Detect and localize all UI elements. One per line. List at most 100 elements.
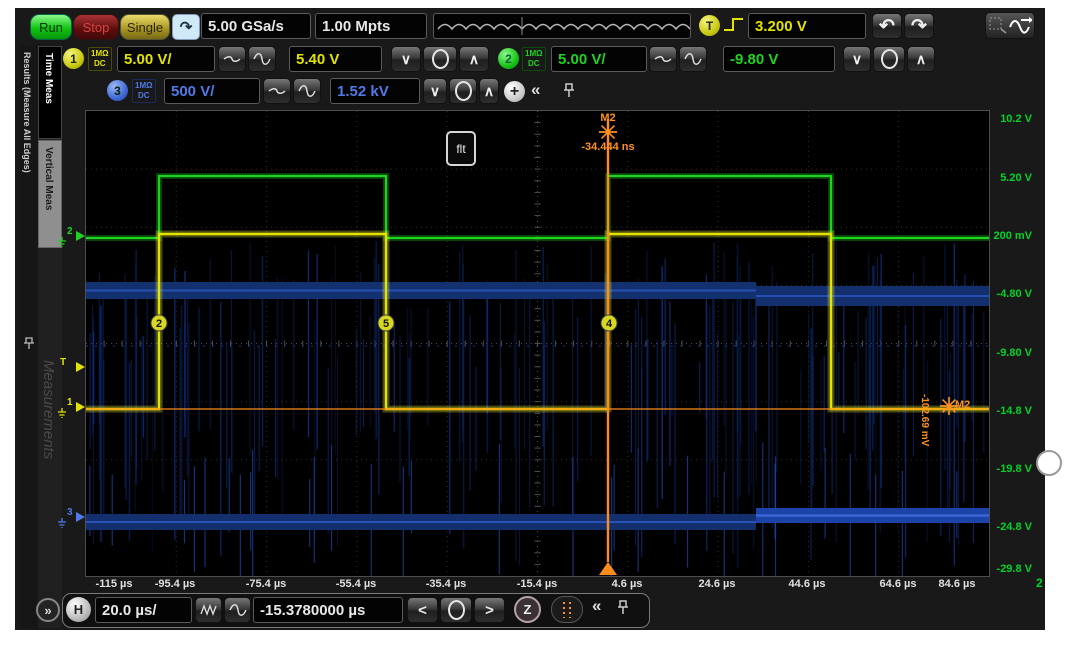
delay-right-button[interactable]: > — [474, 597, 505, 623]
collapse-horizontal-bar-button[interactable]: « — [592, 596, 601, 616]
channel-3-scale-display[interactable]: 500 V/ — [164, 78, 260, 104]
svg-text:2: 2 — [156, 318, 162, 330]
trigger-badge[interactable]: T — [699, 15, 720, 36]
channel-2-scale-coarse-button[interactable] — [679, 46, 707, 72]
channel-2-offset-display[interactable]: -9.80 V — [723, 46, 835, 72]
channel-3-offset-down-button[interactable]: ∨ — [423, 78, 447, 104]
channel-1-offset-up-button[interactable]: ∧ — [459, 46, 489, 72]
add-channel-button[interactable]: + — [504, 81, 525, 102]
time-axis-label: -75.4 µs — [246, 578, 287, 590]
channel-3-scale-fine-button[interactable] — [263, 78, 291, 104]
voltage-axis-label: -29.8 V — [997, 563, 1032, 575]
horizontal-badge[interactable]: H — [66, 597, 91, 622]
time-axis-label: 24.6 µs — [699, 578, 736, 590]
channel-3-scale-coarse-button[interactable] — [293, 78, 321, 104]
delay-left-button[interactable]: < — [407, 597, 438, 623]
stop-button[interactable]: Stop — [73, 14, 119, 40]
undo-button[interactable]: ↶ — [872, 13, 902, 39]
channel-1-scale-coarse-button[interactable] — [248, 46, 276, 72]
redo-button[interactable]: ↷ — [904, 13, 934, 39]
marker-m2-right-label[interactable]: M2 — [955, 399, 970, 411]
edge-number-badge[interactable]: 5 — [378, 315, 394, 331]
trigger-level-marker[interactable]: T — [58, 359, 85, 379]
channel-1-offset-zero-button[interactable] — [423, 46, 457, 72]
trigger-level-display[interactable]: 3.200 V — [748, 13, 866, 39]
delay-zero-button[interactable] — [440, 597, 472, 623]
marker-arrow-icon — [76, 362, 85, 372]
edge-number-badge[interactable]: 4 — [601, 315, 617, 331]
zero-oval-icon — [881, 49, 898, 69]
run-button[interactable]: Run — [30, 14, 72, 40]
time-axis-label: -55.4 µs — [336, 578, 377, 590]
timebase-zoom-out-button[interactable] — [195, 597, 222, 623]
channel-2-offset-down-button[interactable]: ∨ — [843, 46, 871, 72]
double-chevron-left-icon: « — [531, 80, 540, 99]
results-panel-tab[interactable]: Results (Measure All Edges) — [20, 46, 39, 628]
voltage-axis-label: -4.80 V — [997, 288, 1032, 300]
expand-results-button[interactable]: » — [36, 598, 60, 622]
time-axis-label: 64.6 µs — [880, 578, 917, 590]
channel-2-scale-display[interactable]: 5.00 V/ — [551, 46, 647, 72]
waveform-canvas: 2 5 4 — [86, 111, 989, 576]
double-chevron-right-icon: » — [44, 603, 51, 618]
zoom-mode-button[interactable]: Z — [514, 596, 541, 623]
channel-2-reference-marker[interactable]: 2 — [58, 228, 85, 248]
undo-icon: ↶ — [879, 15, 895, 38]
collapse-channel-bar-button[interactable]: « — [531, 80, 540, 100]
pin-icon — [616, 599, 630, 616]
chevron-down-icon: ∨ — [401, 51, 411, 68]
cursors-button[interactable] — [551, 596, 583, 623]
flt-drag-badge[interactable]: flt — [446, 131, 476, 166]
channel-3-coupling-badge[interactable]: 1MΩ DC — [132, 79, 156, 103]
channel-1-offset-down-button[interactable]: ∨ — [391, 46, 421, 72]
channel-3-reference-marker[interactable]: 3 — [58, 509, 85, 529]
channel-1-badge[interactable]: 1 — [63, 48, 84, 69]
channel-3-offset-zero-button[interactable] — [449, 78, 477, 104]
channel-2-offset-up-button[interactable]: ∧ — [907, 46, 935, 72]
marker-arrow-icon — [76, 402, 85, 412]
acquire-mode-button[interactable]: ↷ — [172, 14, 200, 40]
timebase-scale-display[interactable]: 20.0 µs/ — [95, 597, 192, 623]
channel-2-coupling-badge[interactable]: 1MΩ DC — [522, 47, 546, 71]
channel-2-badge[interactable]: 2 — [498, 48, 519, 69]
sample-rate-display: 5.00 GSa/s — [201, 13, 311, 39]
waveform-preview-strip[interactable] — [433, 13, 691, 39]
pin-channel-bar-button[interactable] — [562, 82, 576, 104]
voltage-axis-channel-indicator: 2 — [1036, 576, 1043, 590]
channel-3-offset-display[interactable]: 1.52 kV — [330, 78, 420, 104]
time-axis-label: 84.6 µs — [939, 578, 976, 590]
channel-2-scale-fine-button[interactable] — [649, 46, 677, 72]
channel-1-coupling-badge[interactable]: 1MΩ DC — [88, 47, 112, 71]
edge-number-badge[interactable]: 2 — [151, 315, 167, 331]
timebase-zoom-in-button[interactable] — [224, 597, 251, 623]
chevron-down-icon: ∨ — [852, 51, 862, 68]
time-axis-label: -35.4 µs — [426, 578, 467, 590]
single-button[interactable]: Single — [120, 14, 170, 40]
channel-1-scale-display[interactable]: 5.00 V/ — [117, 46, 215, 72]
small-wave-icon — [654, 54, 672, 64]
channel-1-reference-marker[interactable]: 1 — [58, 399, 85, 419]
waveform-display[interactable]: 2 5 4 flt M2 -34.444 ns M2 -102.69 mV — [85, 110, 990, 577]
channel-3-badge[interactable]: 3 — [107, 80, 128, 101]
pin-horizontal-bar-button[interactable] — [616, 599, 630, 621]
marker-m2-top-label[interactable]: M2 — [600, 112, 615, 124]
chevron-left-icon: < — [418, 602, 427, 619]
svg-text:4: 4 — [606, 318, 613, 330]
channel-1-offset-display[interactable]: 5.40 V — [289, 46, 382, 72]
voltage-axis: 10.2 V5.20 V200 mV-4.80 V-9.80 V-14.8 V-… — [992, 110, 1042, 575]
marker-m2-right-value: -102.69 mV — [919, 394, 930, 446]
channel-3-offset-up-button[interactable]: ∧ — [479, 78, 499, 104]
waveform-preview-icon — [434, 14, 690, 38]
small-wave-icon — [268, 86, 286, 96]
time-axis-label: -115 µs — [96, 578, 133, 590]
channel-1-scale-fine-button[interactable] — [218, 46, 246, 72]
pin-icon — [23, 336, 35, 350]
results-panel-label: Results (Measure All Edges) — [22, 52, 32, 173]
touch-drag-mode-button[interactable] — [985, 12, 1035, 39]
time-axis-label: 44.6 µs — [789, 578, 826, 590]
memory-depth-display: 1.00 Mpts — [315, 13, 427, 39]
chevron-up-icon: ∧ — [484, 83, 494, 100]
channel-3-coupling: DC — [135, 91, 153, 101]
trigger-delay-display[interactable]: -15.3780000 µs — [253, 597, 403, 623]
channel-2-offset-zero-button[interactable] — [873, 46, 905, 72]
